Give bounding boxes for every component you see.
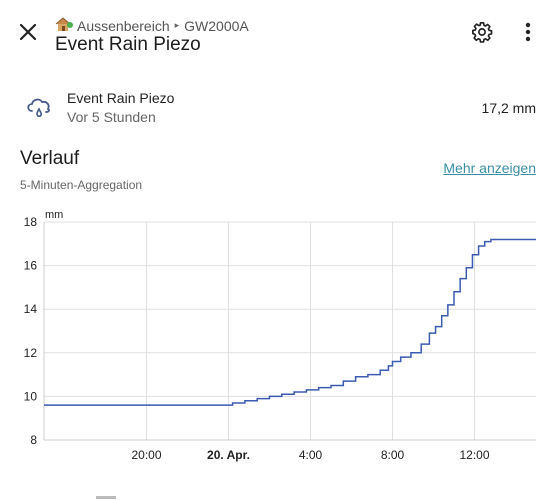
entity-value: 17,2 mm	[481, 100, 536, 116]
scroll-indicator	[96, 496, 116, 499]
more-vertical-icon	[525, 22, 531, 47]
history-chart[interactable]: mm 8 10 12 14 16 18 20:00 20. Apr. 4:00 8:00 12:00	[0, 200, 556, 470]
breadcrumb-area[interactable]: Aussenbereich	[77, 18, 170, 34]
entity-row[interactable]: Event Rain Piezo Vor 5 Stunden 17,2 mm	[0, 84, 556, 132]
history-title: Verlauf	[20, 148, 80, 169]
show-more-link[interactable]: Mehr anzeigen	[443, 160, 536, 176]
more-options-button[interactable]	[516, 18, 540, 50]
close-button[interactable]	[10, 16, 46, 52]
dialog-title: Event Rain Piezo	[55, 34, 201, 55]
y-tick-label: 8	[30, 433, 37, 447]
x-tick-label: 12:00	[459, 448, 489, 462]
y-tick-label: 12	[24, 346, 38, 360]
breadcrumb-device[interactable]: GW2000A	[184, 18, 249, 34]
chart-svg[interactable]: mm 8 10 12 14 16 18 20:00 20. Apr. 4:00 8:00 12:00	[0, 200, 556, 470]
settings-button[interactable]	[466, 18, 498, 50]
series-line	[44, 238, 536, 406]
x-tick-label: 20:00	[131, 448, 161, 462]
gear-icon	[471, 21, 493, 48]
rain-cloud-icon	[25, 96, 53, 120]
y-tick-label: 10	[24, 389, 38, 403]
entity-name: Event Rain Piezo	[67, 90, 175, 106]
x-tick-label: 4:00	[299, 448, 323, 462]
dialog-header: Aussenbereich ▸ GW2000A Event Rain Piezo	[0, 0, 556, 66]
breadcrumb-separator: ▸	[174, 20, 180, 30]
y-axis-unit-label: mm	[45, 209, 63, 221]
y-tick-label: 14	[24, 302, 38, 316]
history-subtitle: 5-Minuten-Aggregation	[20, 178, 143, 192]
breadcrumb: Aussenbereich ▸ GW2000A	[55, 16, 249, 35]
x-tick-label: 20. Apr.	[207, 448, 250, 462]
house-tree-icon	[55, 16, 73, 35]
close-icon	[19, 23, 37, 46]
entity-last-changed: Vor 5 Stunden	[67, 109, 156, 125]
y-tick-label: 16	[24, 259, 38, 273]
y-tick-label: 18	[24, 215, 38, 229]
x-tick-label: 8:00	[381, 448, 405, 462]
